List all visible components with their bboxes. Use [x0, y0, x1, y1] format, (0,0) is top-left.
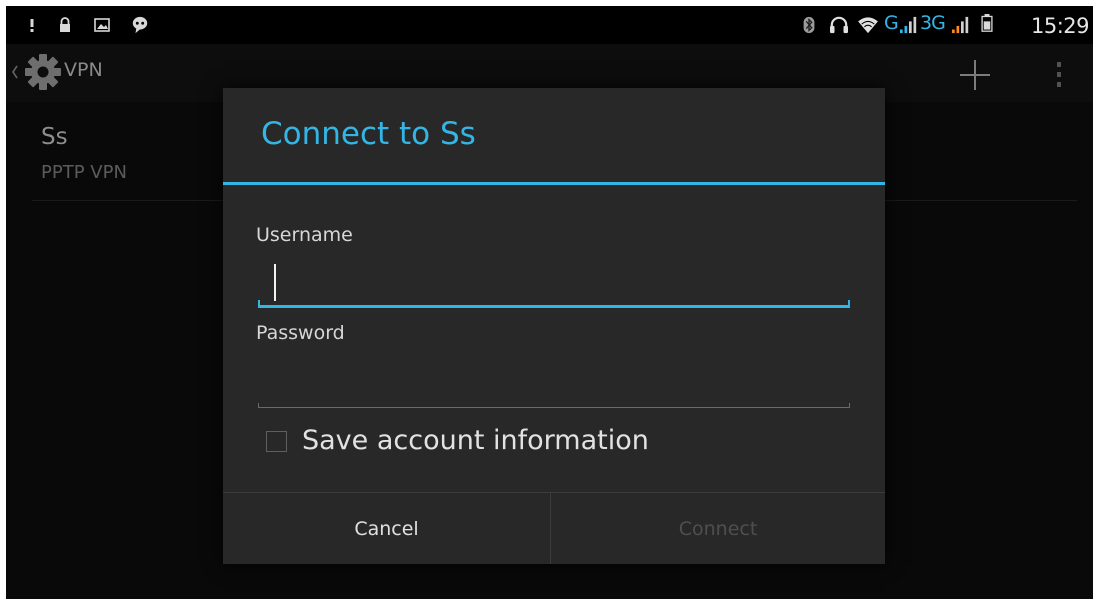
connect-button[interactable]: Connect — [551, 493, 885, 564]
save-account-checkbox[interactable] — [266, 431, 287, 452]
username-underline-cap — [848, 300, 850, 306]
cancel-button[interactable]: Cancel — [223, 493, 550, 564]
headset-icon — [830, 16, 848, 34]
wifi-icon — [858, 17, 878, 34]
network-3g-label: 3G — [920, 12, 946, 34]
signal-icon — [900, 16, 917, 34]
android-screen: G 3G 15:29 VPN Ss PPTP VPN Connect to Ss… — [6, 6, 1093, 599]
password-underline-cap — [849, 403, 850, 408]
username-underline-cap — [258, 300, 260, 306]
talk-icon — [132, 16, 148, 34]
network-g-label: G — [884, 12, 899, 34]
text-cursor — [274, 264, 276, 301]
status-time: 15:29 — [1030, 14, 1090, 38]
save-account-label[interactable]: Save account information — [302, 425, 649, 456]
username-underline — [258, 305, 850, 308]
username-field[interactable] — [258, 260, 850, 306]
signal-icon — [952, 16, 969, 34]
password-underline — [258, 407, 850, 408]
dialog-title-divider — [223, 182, 885, 185]
bluetooth-icon — [803, 16, 815, 34]
status-bar: G 3G 15:29 — [6, 6, 1093, 44]
battery-icon — [981, 14, 993, 32]
password-label: Password — [256, 322, 345, 344]
connect-dialog: Connect to Ss Username Password Save acc… — [223, 88, 885, 564]
password-underline-cap — [258, 403, 259, 408]
image-icon — [94, 18, 110, 32]
alert-icon — [30, 19, 34, 32]
password-field[interactable] — [258, 362, 850, 408]
dialog-title: Connect to Ss — [261, 116, 476, 152]
username-label: Username — [256, 224, 353, 246]
dialog-button-bar: Cancel Connect — [223, 492, 885, 564]
lock-icon — [60, 17, 70, 32]
